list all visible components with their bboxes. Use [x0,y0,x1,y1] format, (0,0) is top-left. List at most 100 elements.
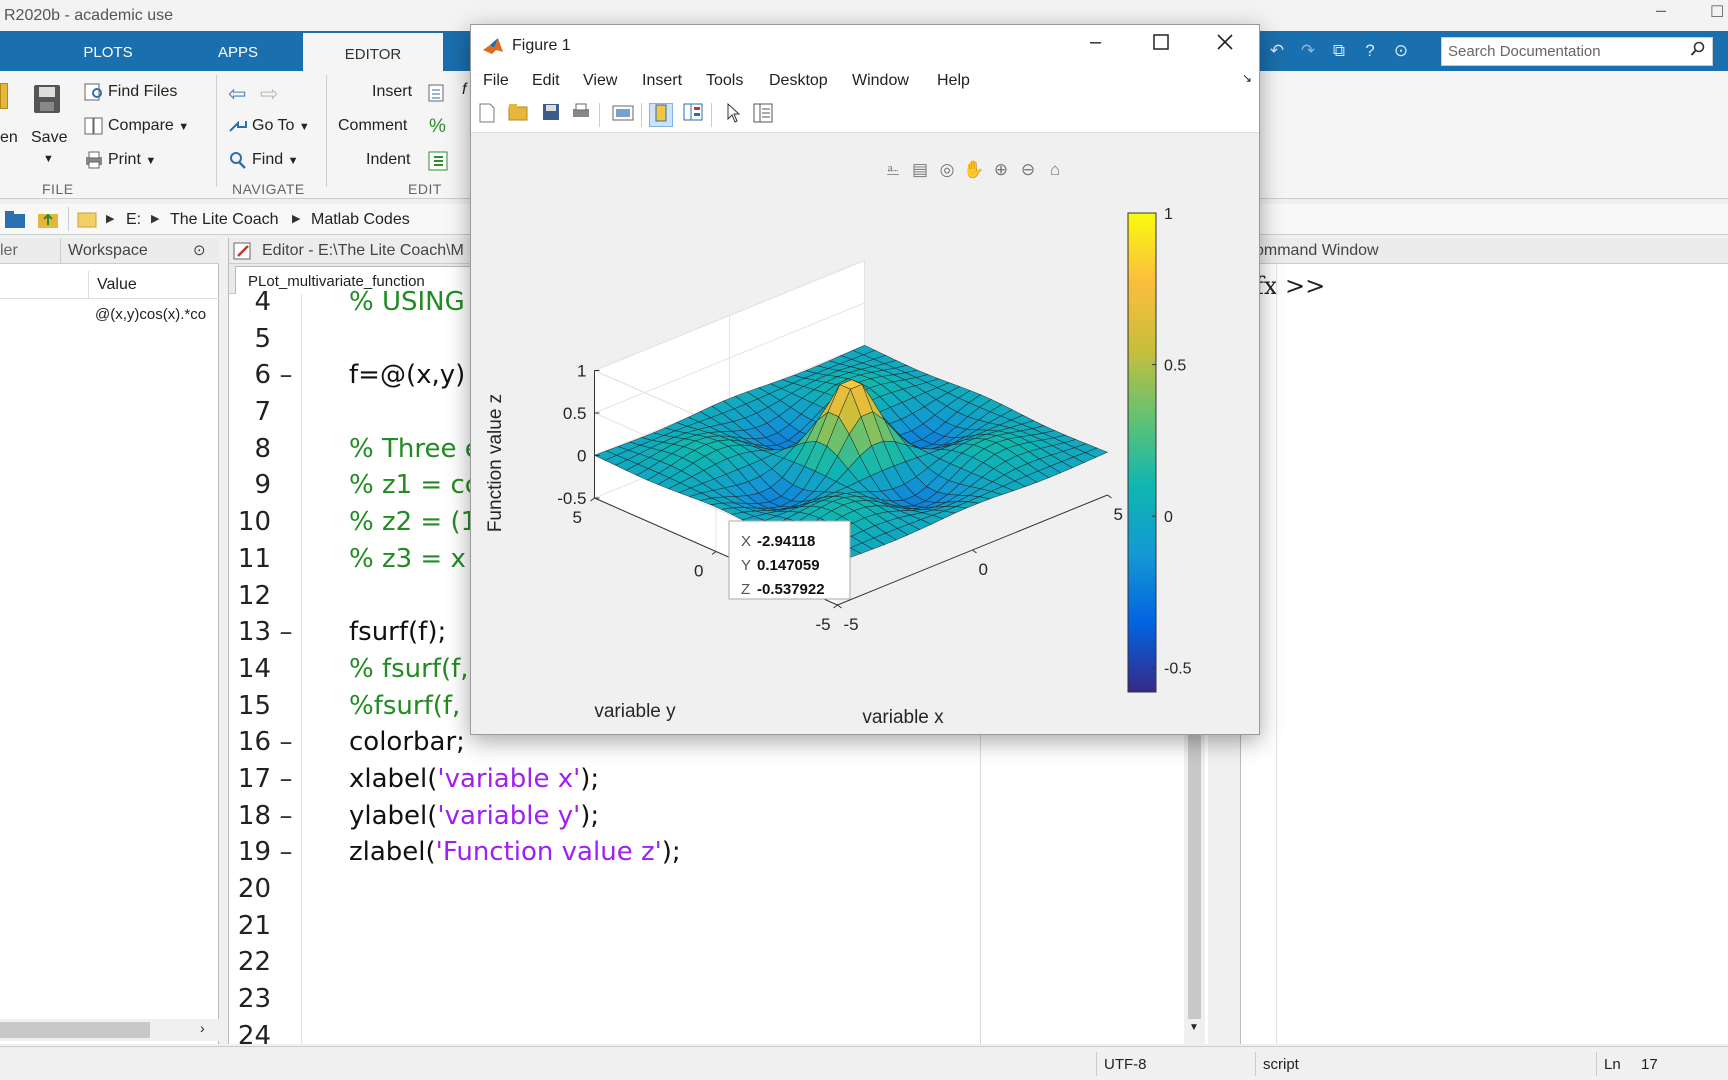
comment-button[interactable]: Comment [338,117,407,135]
compare-button[interactable]: Compare ▼ [84,117,189,135]
switch-windows-icon[interactable]: ⧉ [1327,39,1351,63]
back-arrow-icon[interactable]: ⇦ [228,81,246,107]
code-text: ylabel( [349,800,438,831]
insert-icon[interactable] [428,83,448,103]
menu-help[interactable]: Help [937,72,970,90]
new-figure-icon[interactable] [475,103,499,127]
indent-icon[interactable] [428,151,448,171]
search-input[interactable] [1442,38,1680,65]
property-inspector-icon[interactable] [751,103,775,127]
tab-editor[interactable]: EDITOR [303,31,443,71]
surface-plot[interactable]: -505-505-0.500.51variable xvariable yFun… [471,133,1259,735]
code-line[interactable]: 23 [229,981,1159,1018]
code-line[interactable]: 22 [229,944,1159,981]
breakpoint-marker[interactable]: – [271,724,301,761]
menu-window[interactable]: Window [852,72,909,90]
edit-plot-arrow-icon[interactable] [721,102,745,127]
browse-folder-icon[interactable] [4,209,26,234]
line-number: 24 [237,1020,271,1044]
x-tick-label: -5 [844,615,859,634]
menu-insert[interactable]: Insert [642,72,682,90]
breakpoint-marker[interactable]: – [271,798,301,835]
datatip-value: -0.537922 [757,581,825,598]
y-tick-mark [590,497,595,502]
save-icon[interactable] [32,83,62,117]
code-line[interactable]: 20 [229,871,1159,908]
colorbar-tick-label: 1 [1164,206,1173,223]
horizontal-scrollbar[interactable]: › [0,1019,219,1041]
redo-icon[interactable]: ↷ [1296,39,1320,63]
line-number: 8 [254,433,271,464]
figure-maximize-button[interactable] [1153,34,1169,55]
insert-function-button[interactable]: f [462,81,466,99]
up-folder-icon[interactable] [37,209,59,234]
breakpoint-marker[interactable]: – [271,834,301,871]
z-tick-label: 0.5 [563,404,587,423]
scroll-right-icon[interactable]: › [200,1020,205,1036]
search-icon[interactable] [1690,41,1706,62]
menu-file[interactable]: File [483,72,509,90]
save-figure-icon[interactable] [539,103,563,127]
forward-arrow-icon[interactable]: ⇨ [260,81,278,107]
go-to-button[interactable]: Go To ▼ [228,117,310,135]
breakpoint-marker[interactable]: – [271,357,301,394]
link-plot-icon[interactable] [611,103,635,127]
breakpoint-marker[interactable]: – [271,761,301,798]
help-icon[interactable]: ? [1358,39,1382,63]
code-line[interactable]: 24 [229,1018,1159,1044]
app-title: R2020b - academic use [4,7,173,24]
code-line[interactable]: 19– zlabel('Function value z'); [229,834,1159,871]
code-line[interactable]: 17– xlabel('variable x'); [229,761,1159,798]
find-button[interactable]: Find ▼ [228,151,298,169]
maximize-window-button[interactable]: ☐ [1710,2,1724,22]
folder-tab-partial[interactable]: ler [0,238,18,264]
breadcrumb-subfolder[interactable]: Matlab Codes [311,211,410,229]
menu-edit[interactable]: Edit [532,72,560,90]
indent-button[interactable]: Indent [366,151,410,169]
figure-menu-bar: File Edit View Insert Tools Desktop Wind… [471,67,1259,97]
find-files-button[interactable]: Find Files [84,83,177,101]
datatip-value: 0.147059 [757,557,820,574]
table-row[interactable]: @(x,y)cos(x).*co [0,304,219,328]
code-comment: % USING [349,287,465,317]
save-button[interactable]: Save [31,129,67,147]
breadcrumb-drive[interactable]: E: [126,211,141,229]
figure-minimize-button[interactable]: – [1090,31,1101,54]
dock-arrow-icon[interactable]: ↘ [1242,71,1252,85]
undo-icon[interactable]: ↶ [1265,39,1289,63]
print-button[interactable]: Print ▼ [84,151,156,169]
code-line[interactable]: 21 [229,908,1159,945]
hide-plot-tools-icon[interactable] [649,103,673,127]
value-column-header[interactable]: Value [97,276,137,294]
chevron-right-icon: ▶ [106,213,115,225]
go-to-label: Go To [252,117,295,135]
open-file-icon[interactable] [507,103,531,127]
comment-symbol-icon[interactable]: % [429,116,446,138]
show-plot-tools-icon[interactable] [681,103,705,127]
tab-plots[interactable]: PLOTS [48,31,168,71]
quick-access-menu-icon[interactable]: ⊙ [1389,39,1413,63]
menu-desktop[interactable]: Desktop [769,72,828,90]
scrollbar-thumb[interactable] [0,1022,150,1038]
breakpoint-marker[interactable]: – [271,614,301,651]
workspace-actions-icon[interactable]: ⊙ [193,238,206,264]
figure-close-button[interactable] [1216,33,1234,56]
code-line[interactable]: 18– ylabel('variable y'); [229,798,1159,835]
print-figure-icon[interactable] [569,103,593,127]
open-button-label[interactable]: en [0,129,18,147]
open-folder-icon[interactable] [0,83,8,109]
breadcrumb-folder[interactable]: The Lite Coach [170,211,279,229]
menu-view[interactable]: View [583,72,617,90]
find-files-label: Find Files [108,83,178,101]
tab-apps[interactable]: APPS [178,31,298,71]
datatip-label: Y [741,557,751,574]
line-number: 10 [237,507,271,538]
code-comment: % Three e [349,433,481,464]
insert-button[interactable]: Insert [372,83,412,101]
divider [68,207,69,231]
workspace-title[interactable]: Workspace [68,238,148,264]
save-dropdown-arrow[interactable]: ▼ [43,153,54,165]
minimize-window-button[interactable]: – [1656,0,1666,21]
scroll-down-icon[interactable]: ▼ [1189,1022,1199,1033]
menu-tools[interactable]: Tools [706,72,743,90]
